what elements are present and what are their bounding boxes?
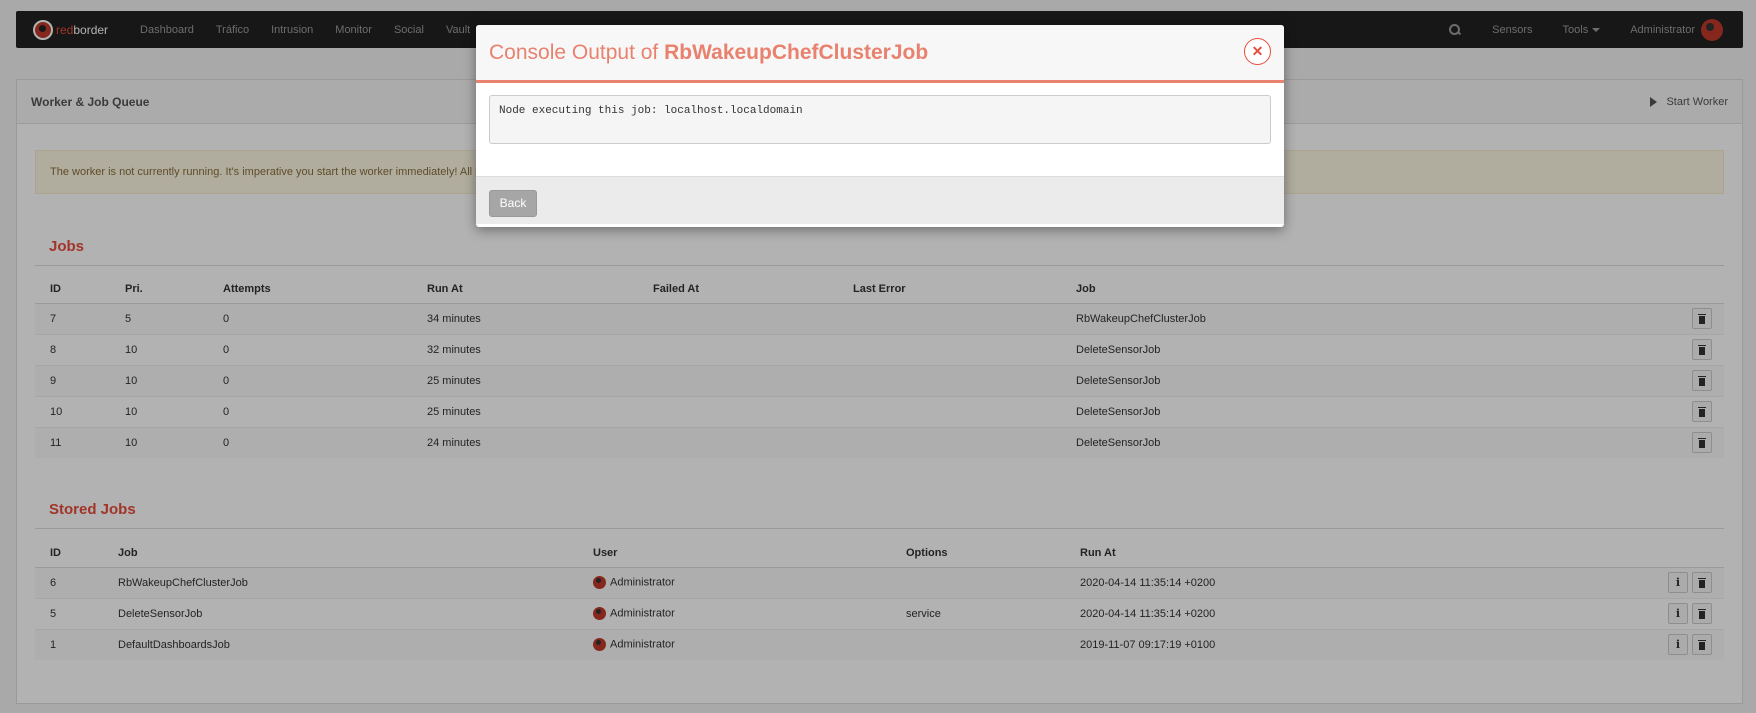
back-button[interactable]: Back bbox=[489, 190, 537, 217]
console-output: Node executing this job: localhost.local… bbox=[489, 95, 1271, 144]
close-icon[interactable]: ✕ bbox=[1244, 38, 1271, 65]
console-output-modal: Console Output of RbWakeupChefClusterJob… bbox=[476, 25, 1284, 227]
modal-body: Node executing this job: localhost.local… bbox=[476, 83, 1284, 176]
modal-title: Console Output of RbWakeupChefClusterJob bbox=[489, 41, 928, 65]
modal-header: Console Output of RbWakeupChefClusterJob… bbox=[476, 25, 1284, 83]
modal-title-job: RbWakeupChefClusterJob bbox=[664, 40, 929, 64]
modal-footer: Back bbox=[476, 176, 1284, 224]
modal-title-prefix: Console Output of bbox=[489, 40, 665, 64]
